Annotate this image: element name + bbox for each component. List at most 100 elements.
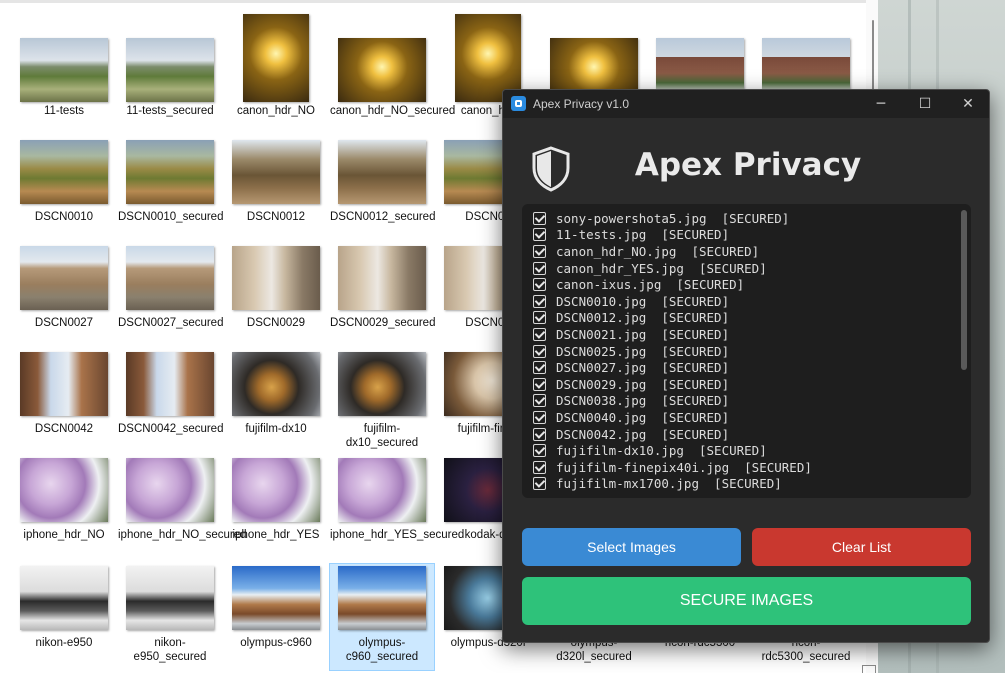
file-tile[interactable]: fujifilm-dx10_secured bbox=[330, 350, 434, 454]
checkbox-checked-icon[interactable] bbox=[533, 377, 546, 391]
checkbox-checked-icon[interactable] bbox=[533, 477, 546, 491]
file-tile[interactable]: DSCN0042 bbox=[12, 350, 116, 454]
list-item[interactable]: sony-powershota5.jpg [SECURED] bbox=[533, 210, 953, 227]
list-item[interactable]: DSCN0027.jpg [SECURED] bbox=[533, 359, 953, 376]
file-tile[interactable]: DSCN0042_secured bbox=[118, 350, 223, 454]
file-tile[interactable]: DSCN0027_secured bbox=[118, 244, 224, 348]
clear-list-button[interactable]: Clear List bbox=[752, 528, 971, 566]
file-tile[interactable]: DSCN0012_secured bbox=[330, 138, 435, 242]
checkbox-checked-icon[interactable] bbox=[533, 211, 546, 225]
list-item[interactable]: DSCN0029.jpg [SECURED] bbox=[533, 376, 953, 393]
file-thumbnail bbox=[338, 458, 426, 522]
file-thumbnail bbox=[126, 38, 214, 102]
file-name-label: fujifilm-dx10_secured bbox=[345, 423, 419, 449]
list-item[interactable]: 11-tests.jpg [SECURED] bbox=[533, 227, 953, 244]
list-item-label: 11-tests.jpg [SECURED] bbox=[556, 227, 730, 243]
file-tile[interactable]: iphone_hdr_NO_secured bbox=[118, 456, 247, 560]
checkbox-checked-icon[interactable] bbox=[533, 444, 546, 458]
list-item-label: sony-powershota5.jpg [SECURED] bbox=[556, 210, 790, 226]
checkbox-checked-icon[interactable] bbox=[533, 228, 546, 242]
file-tile[interactable]: 11-tests_secured bbox=[118, 8, 222, 134]
list-item[interactable]: DSCN0042.jpg [SECURED] bbox=[533, 426, 953, 443]
file-thumbnail bbox=[338, 352, 426, 416]
checkbox-checked-icon[interactable] bbox=[533, 244, 546, 258]
file-name-label: iphone_hdr_NO bbox=[23, 529, 105, 541]
file-tile[interactable]: 11-tests bbox=[12, 8, 116, 134]
list-item[interactable]: canon-ixus.jpg [SECURED] bbox=[533, 276, 953, 293]
file-tile[interactable]: DSCN0012 bbox=[224, 138, 328, 242]
checkbox-checked-icon[interactable] bbox=[533, 311, 546, 325]
close-button[interactable]: ✕ bbox=[946, 90, 989, 118]
checkbox-checked-icon[interactable] bbox=[533, 278, 546, 292]
file-thumbnail bbox=[20, 246, 108, 310]
file-tile[interactable]: nikon-e950 bbox=[12, 564, 116, 668]
file-tile[interactable]: canon_hdr_NO_secured bbox=[330, 8, 455, 134]
list-item-label: DSCN0025.jpg [SECURED] bbox=[556, 343, 730, 359]
file-tile[interactable]: iphone_hdr_NO bbox=[12, 456, 116, 560]
maximize-button[interactable]: ☐ bbox=[903, 90, 947, 118]
checkbox-checked-icon[interactable] bbox=[533, 460, 546, 474]
list-item-label: canon-ixus.jpg [SECURED] bbox=[556, 277, 745, 293]
list-item-label: DSCN0012.jpg [SECURED] bbox=[556, 310, 730, 326]
file-tile[interactable]: iphone_hdr_YES bbox=[224, 456, 328, 560]
file-tile[interactable]: nikon-e950_secured bbox=[118, 564, 222, 668]
file-thumbnail bbox=[338, 140, 426, 204]
list-item[interactable]: DSCN0010.jpg [SECURED] bbox=[533, 293, 953, 310]
file-tile[interactable]: DSCN0029_secured bbox=[330, 244, 435, 348]
file-thumbnail bbox=[126, 566, 214, 630]
explorer-toolbar-edge bbox=[0, 0, 878, 3]
checkbox-checked-icon[interactable] bbox=[533, 261, 546, 275]
file-tile[interactable]: canon_hdr_NO bbox=[224, 8, 328, 134]
list-item[interactable]: fujifilm-mx1700.jpg [SECURED] bbox=[533, 476, 953, 493]
list-item[interactable]: fujifilm-finepix40i.jpg [SECURED] bbox=[533, 459, 953, 476]
list-item[interactable]: DSCN0038.jpg [SECURED] bbox=[533, 393, 953, 410]
list-item[interactable]: DSCN0021.jpg [SECURED] bbox=[533, 326, 953, 343]
file-tile[interactable]: DSCN0029 bbox=[224, 244, 328, 348]
list-item[interactable]: fujifilm-dx10.jpg [SECURED] bbox=[533, 442, 953, 459]
file-name-label: olympus-c960 bbox=[240, 637, 312, 649]
file-name-label: DSCN0012 bbox=[246, 211, 306, 223]
file-thumbnail bbox=[126, 246, 214, 310]
file-list[interactable]: sony-powershota5.jpg [SECURED] 11-tests.j… bbox=[522, 204, 971, 498]
checkbox-checked-icon[interactable] bbox=[533, 344, 546, 358]
list-item[interactable]: DSCN0025.jpg [SECURED] bbox=[533, 343, 953, 360]
select-images-button[interactable]: Select Images bbox=[522, 528, 741, 566]
file-name-label: canon_hdr_NO bbox=[237, 105, 315, 117]
checkbox-checked-icon[interactable] bbox=[533, 294, 546, 308]
list-item[interactable]: DSCN0040.jpg [SECURED] bbox=[533, 409, 953, 426]
list-item-label: fujifilm-dx10.jpg [SECURED] bbox=[556, 443, 767, 459]
file-tile[interactable]: olympus-c960 bbox=[224, 564, 328, 668]
file-tile[interactable]: DSCN0010 bbox=[12, 138, 116, 242]
checkbox-checked-icon[interactable] bbox=[533, 410, 546, 424]
file-thumbnail bbox=[232, 246, 320, 310]
window-title: Apex Privacy v1.0 bbox=[533, 97, 630, 111]
file-tile[interactable]: olympus-c960_secured bbox=[329, 563, 435, 671]
secure-images-button[interactable]: SECURE IMAGES bbox=[522, 577, 971, 625]
list-item-label: fujifilm-finepix40i.jpg [SECURED] bbox=[556, 459, 812, 475]
list-item[interactable]: canon_hdr_YES.jpg [SECURED] bbox=[533, 260, 953, 277]
minimize-button[interactable]: ─ bbox=[859, 90, 903, 118]
list-item[interactable]: DSCN0012.jpg [SECURED] bbox=[533, 310, 953, 327]
file-name-label: DSCN0027_secured bbox=[118, 317, 224, 329]
list-item-label: DSCN0027.jpg [SECURED] bbox=[556, 360, 730, 376]
checkbox-checked-icon[interactable] bbox=[533, 327, 546, 341]
file-tile[interactable]: fujifilm-dx10 bbox=[224, 350, 328, 454]
file-list-rows: sony-powershota5.jpg [SECURED] 11-tests.j… bbox=[533, 210, 953, 492]
checkbox-checked-icon[interactable] bbox=[533, 361, 546, 375]
list-item[interactable]: canon_hdr_NO.jpg [SECURED] bbox=[533, 243, 953, 260]
file-name-label: DSCN0010_secured bbox=[118, 211, 224, 223]
checkbox-checked-icon[interactable] bbox=[533, 427, 546, 441]
checkbox-checked-icon[interactable] bbox=[533, 394, 546, 408]
list-item-label: DSCN0038.jpg [SECURED] bbox=[556, 393, 730, 409]
window-titlebar[interactable]: Apex Privacy v1.0 ─ ☐ ✕ bbox=[503, 90, 989, 118]
file-list-scrollbar[interactable] bbox=[961, 210, 967, 370]
file-name-label: DSCN0029 bbox=[246, 317, 306, 329]
file-tile[interactable]: iphone_hdr_YES_secured bbox=[330, 456, 464, 560]
list-item-label: canon_hdr_YES.jpg [SECURED] bbox=[556, 260, 767, 276]
file-thumbnail bbox=[232, 566, 320, 630]
file-thumbnail bbox=[20, 140, 108, 204]
file-thumbnail bbox=[338, 38, 426, 102]
file-name-label: 11-tests_secured bbox=[126, 105, 214, 117]
file-tile[interactable]: DSCN0027 bbox=[12, 244, 116, 348]
file-tile[interactable]: DSCN0010_secured bbox=[118, 138, 224, 242]
